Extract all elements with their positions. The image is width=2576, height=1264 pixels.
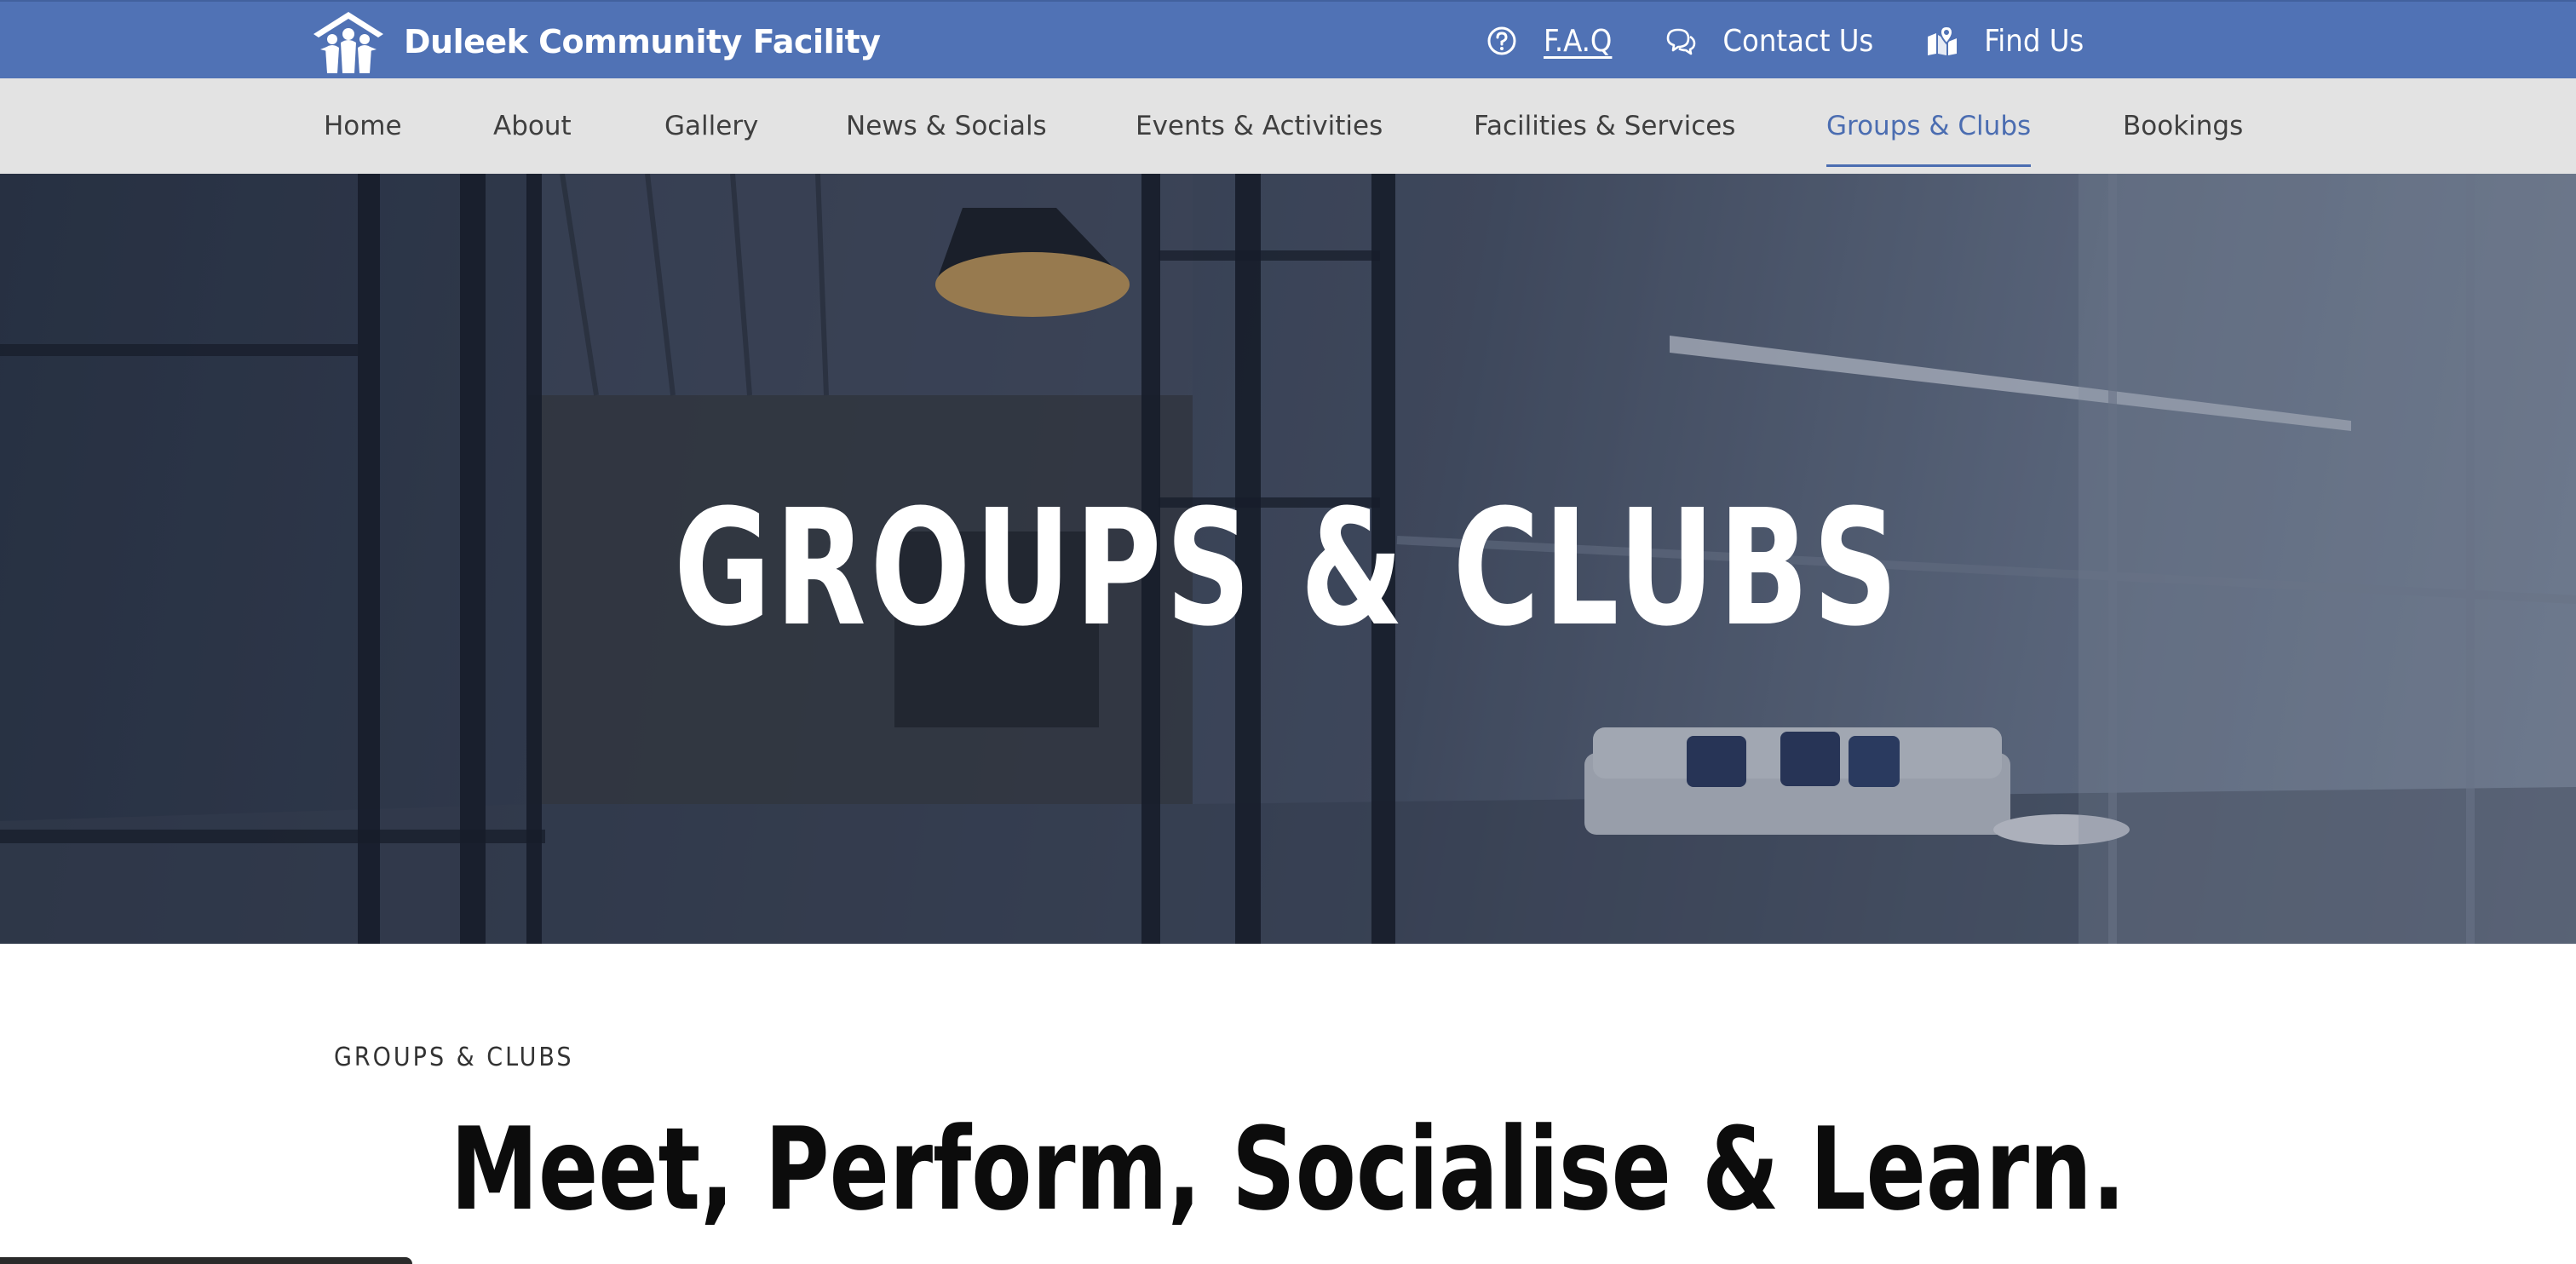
cookie-banner-edge [0,1257,412,1264]
nav-gallery[interactable]: Gallery [664,78,758,174]
question-circle-icon [1487,26,1516,55]
nav-facilities-services[interactable]: Facilities & Services [1474,78,1735,174]
nav-news-socials[interactable]: News & Socials [846,78,1047,174]
utility-links: F.A.Q Contact Us Find Us [1486,2,2084,80]
nav-groups-clubs[interactable]: Groups & Clubs [1826,78,2032,174]
chat-bubbles-icon [1667,28,1696,55]
site-name: Duleek Community Facility [404,23,881,60]
map-pin-icon [1928,25,1958,55]
faq-label: F.A.Q [1544,23,1613,59]
main-nav: Home About Gallery News & Socials Events… [0,78,2576,174]
nav-about[interactable]: About [493,78,572,174]
contact-us-label: Contact Us [1722,23,1874,59]
nav-home[interactable]: Home [324,78,402,174]
find-us-label: Find Us [1984,23,2084,59]
nav-bookings[interactable]: Bookings [2123,78,2243,174]
find-us-link[interactable]: Find Us [1926,24,2084,59]
contact-us-link[interactable]: Contact Us [1665,24,1873,59]
hero-banner: GROUPS & CLUBS [0,174,2576,944]
top-bar: Duleek Community Facility F.A.Q Contact … [0,0,2576,78]
hero-title: GROUPS & CLUBS [674,475,1902,662]
section-eyebrow: GROUPS & CLUBS [334,1043,574,1072]
community-people-house-icon [313,12,383,73]
nav-events-activities[interactable]: Events & Activities [1136,78,1383,174]
faq-link[interactable]: F.A.Q [1486,24,1612,59]
section-heading: Meet, Perform, Socialise & Learn. [450,1103,2126,1236]
site-brand[interactable]: Duleek Community Facility [308,9,881,75]
